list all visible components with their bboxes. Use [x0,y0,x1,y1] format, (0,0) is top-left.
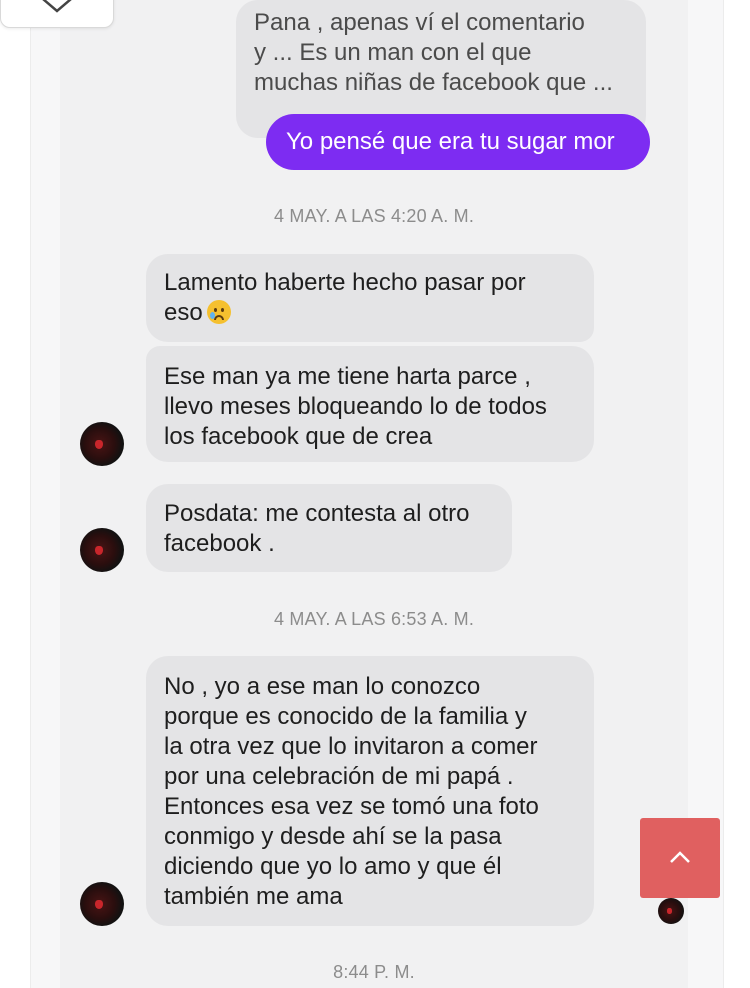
message-line: por una celebración de mi papá . [164,763,514,790]
message-line: Posdata: me contesta al otro [164,500,470,527]
message-line: facebook . [164,530,275,557]
scroll-to-top-button[interactable] [640,818,720,898]
incoming-message: No , yo a ese man lo conozco porque es c… [146,656,594,926]
chevron-up-icon [670,851,690,863]
message-line: diciendo que yo lo amo y que él [164,853,502,880]
message-line: Entonces esa vez se tomó una foto [164,793,539,820]
seen-avatar [658,898,684,924]
message-line: y ... Es un man con el que [254,39,532,66]
incoming-message: Ese man ya me tiene harta parce , llevo … [146,346,594,462]
message-line: llevo meses bloqueando lo de todos [164,393,547,420]
close-icon [42,0,72,13]
message-line: Ese man ya me tiene harta parce , [164,363,531,390]
message-line: los facebook que de crea [164,423,433,450]
crying-face-icon [206,300,231,324]
message-line: eso [164,298,574,328]
incoming-message: Lamento haberte hecho pasar por eso [146,254,594,342]
message-line: conmigo y desde ahí se la pasa [164,823,502,850]
timestamp: 4 MAY. A LAS 4:20 A. M. [273,206,475,226]
message-line: muchas niñas de facebook que ... [254,69,613,96]
message-line: porque es conocido de la familia y [164,703,527,730]
avatar [80,528,124,572]
avatar [80,422,124,466]
message-line: también me ama [164,883,343,910]
message-line: Lamento haberte hecho pasar por [164,269,526,296]
incoming-message: Posdata: me contesta al otro facebook . [146,484,512,572]
outgoing-message-purple: Yo pensé que era tu sugar mor [266,114,650,170]
message-line: No , yo a ese man lo conozco [164,673,481,700]
message-line: Pana , apenas ví el comentario [254,9,585,36]
close-button[interactable] [0,0,114,28]
timestamp: 4 MAY. A LAS 6:53 A. M. [273,609,475,629]
message-text: eso [164,299,203,326]
avatar [80,882,124,926]
message-line: la otra vez que lo invitaron a comer [164,733,538,760]
message-line: Yo pensé que era tu sugar mor [286,128,615,155]
timestamp: 8:44 P. M. [333,962,415,982]
